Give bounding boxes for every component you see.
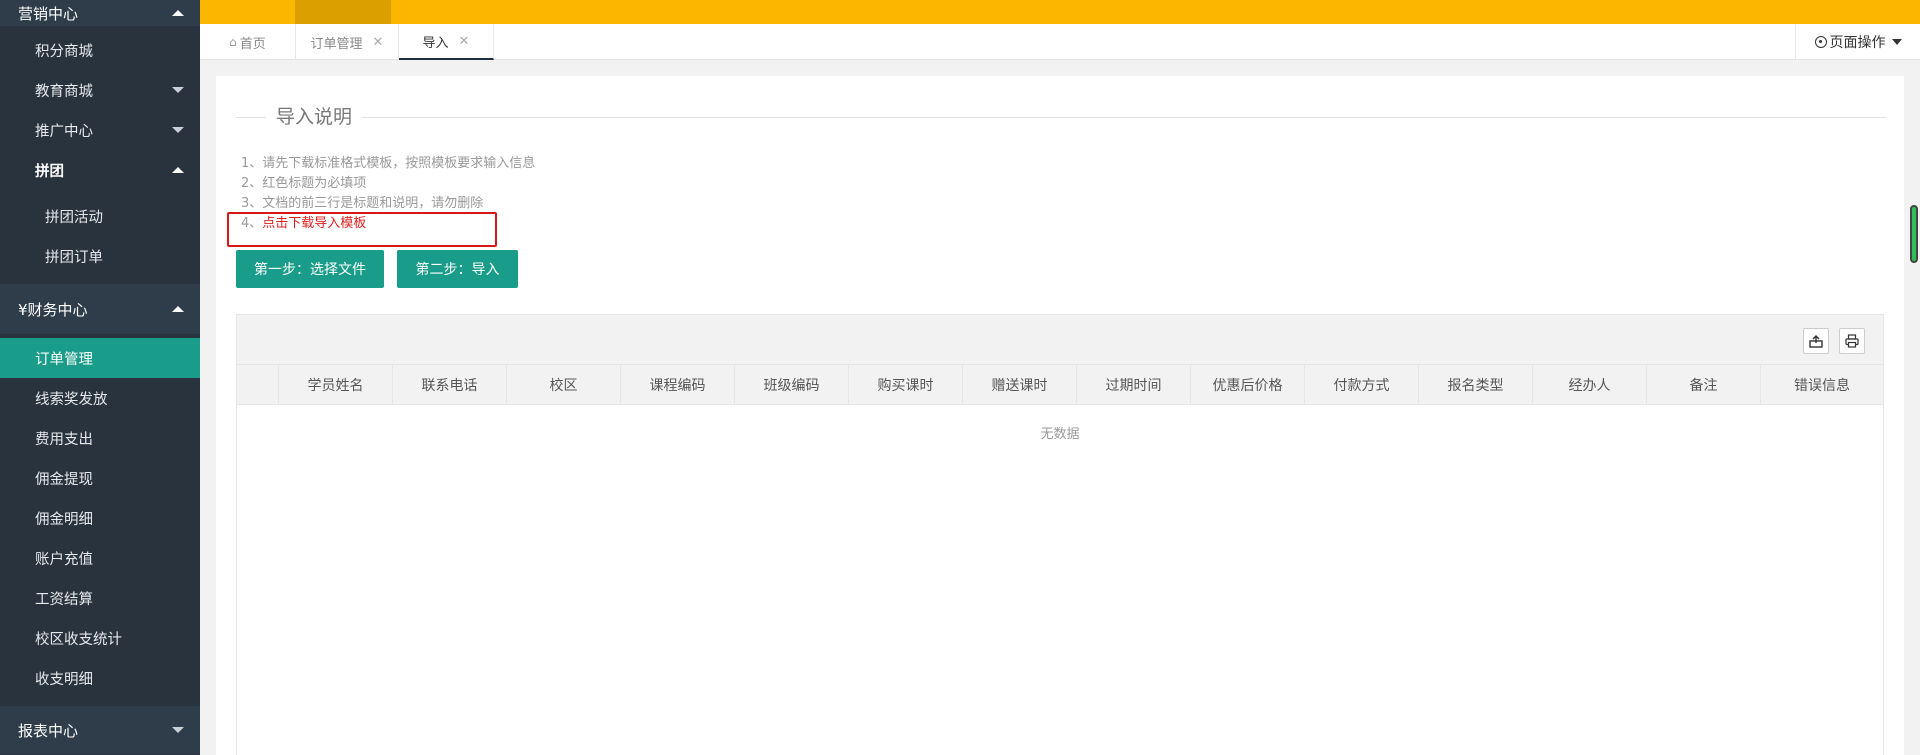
table-header-cell[interactable]: 校区	[507, 365, 621, 405]
sidebar-item-order-management[interactable]: 订单管理	[0, 338, 200, 378]
target-icon	[1814, 36, 1827, 48]
tab-order-management[interactable]: 订单管理 ✕	[296, 24, 399, 60]
sidebar-item-income-detail[interactable]: 收支明细	[0, 658, 200, 698]
table-header-cell[interactable]: 购买课时	[849, 365, 963, 405]
sidebar-item-label: 账户充值	[35, 551, 93, 568]
sidebar-item-label: 拼团	[35, 163, 64, 180]
sidebar-item-group-orders[interactable]: 拼团订单	[0, 236, 200, 276]
export-icon	[1809, 335, 1823, 348]
sidebar-item-campus-stats[interactable]: 校区收支统计	[0, 618, 200, 658]
sidebar-item-expenses[interactable]: 费用支出	[0, 418, 200, 458]
select-file-button[interactable]: 第一步：选择文件	[236, 250, 384, 288]
table-empty-message: 无数据	[1040, 427, 1080, 442]
table-header-cell[interactable]: 课程编码	[621, 365, 735, 405]
caret-up-icon	[172, 167, 184, 173]
sidebar-group-marketing[interactable]: 营销中心	[0, 0, 200, 26]
sidebar-item-label: 工资结算	[35, 591, 93, 608]
caret-up-icon	[172, 10, 184, 16]
sidebar-item-label: 拼团活动	[45, 209, 103, 226]
scrollbar-thumb[interactable]	[1910, 205, 1918, 263]
table-header-cell[interactable]: 付款方式	[1305, 365, 1419, 405]
sidebar-item-commission-withdraw[interactable]: 佣金提现	[0, 458, 200, 498]
sidebar: 营销中心 积分商城 教育商城 推广中心 拼团 拼团活动 拼团订单 ¥财务中心 订…	[0, 0, 200, 755]
table-header-cell[interactable]: 经办人	[1533, 365, 1647, 405]
table-header-cell[interactable]: 学员姓名	[279, 365, 393, 405]
highlight-annotation-box	[227, 212, 497, 247]
import-button[interactable]: 第二步：导入	[397, 250, 518, 288]
sidebar-item-edu-mall[interactable]: 教育商城	[0, 70, 200, 110]
tab-home[interactable]: ⌂ 首页	[200, 24, 296, 60]
table-header-cell[interactable]: 联系电话	[393, 365, 507, 405]
caret-down-icon	[172, 127, 184, 133]
table-toolbar	[237, 315, 1883, 365]
sidebar-item-label: 校区收支统计	[35, 631, 122, 648]
main-panel: 导入说明 1、请先下载标准格式模板，按照模板要求输入信息 2、红色标题为必填项 …	[216, 76, 1904, 755]
sidebar-item-commission-detail[interactable]: 佣金明细	[0, 498, 200, 538]
top-navbar	[200, 0, 1920, 24]
tab-label: 导入	[422, 35, 449, 51]
home-icon: ⌂	[229, 35, 237, 49]
sidebar-group-label: ¥财务中心	[18, 300, 88, 319]
page-operations-label: 页面操作	[1829, 35, 1886, 51]
sidebar-divider	[0, 698, 200, 706]
sidebar-item-label: 收支明细	[35, 671, 93, 688]
import-table: 学员姓名 联系电话 校区 课程编码 班级编码 购买课时 赠送课时 过期时间 优惠…	[236, 314, 1884, 755]
legend-line	[266, 117, 1886, 118]
print-icon	[1845, 334, 1859, 348]
table-header-cell[interactable]: 优惠后价格	[1191, 365, 1305, 405]
table-header-cell[interactable]: 过期时间	[1077, 365, 1191, 405]
sidebar-group-label: 营销中心	[18, 4, 79, 23]
caret-down-icon	[172, 727, 184, 733]
legend-line	[236, 117, 266, 118]
sidebar-item-label: 推广中心	[35, 123, 93, 140]
top-nav-active-item[interactable]	[295, 0, 391, 24]
tab-label: 首页	[239, 36, 266, 52]
sidebar-item-label: 费用支出	[35, 431, 93, 448]
sidebar-group-reports[interactable]: 报表中心	[0, 706, 200, 754]
caret-up-icon	[172, 306, 184, 312]
close-icon[interactable]: ✕	[459, 34, 470, 49]
section-title: 导入说明	[266, 106, 363, 128]
sidebar-group-finance[interactable]: ¥财务中心	[0, 284, 200, 334]
sidebar-item-account-recharge[interactable]: 账户充值	[0, 538, 200, 578]
sidebar-item-label: 订单管理	[35, 351, 93, 368]
table-header-cell[interactable]: 错误信息	[1761, 365, 1883, 405]
sidebar-item-promotion[interactable]: 推广中心	[0, 110, 200, 150]
section-header: 导入说明	[236, 106, 1886, 128]
table-header-cell[interactable]: 备注	[1647, 365, 1761, 405]
sidebar-item-group-buy[interactable]: 拼团	[0, 150, 200, 190]
sidebar-item-lead-reward[interactable]: 线索奖发放	[0, 378, 200, 418]
tab-label: 订单管理	[310, 36, 363, 52]
instruction-line: 1、请先下载标准格式模板，按照模板要求输入信息	[241, 156, 536, 171]
sidebar-group-label: 报表中心	[18, 721, 79, 740]
sidebar-item-label: 积分商城	[35, 43, 93, 60]
caret-down-icon	[172, 87, 184, 93]
sidebar-item-label: 教育商城	[35, 83, 93, 100]
sidebar-divider	[0, 276, 200, 284]
sidebar-item-label: 拼团订单	[45, 249, 103, 266]
table-header-checkbox-cell	[237, 365, 279, 405]
table-header-cell[interactable]: 班级编码	[735, 365, 849, 405]
sidebar-item-label: 佣金提现	[35, 471, 93, 488]
tab-import[interactable]: 导入 ✕	[399, 24, 494, 60]
sidebar-item-group-activity[interactable]: 拼团活动	[0, 196, 200, 236]
table-header: 学员姓名 联系电话 校区 课程编码 班级编码 购买课时 赠送课时 过期时间 优惠…	[237, 365, 1883, 405]
instruction-line: 3、文档的前三行是标题和说明，请勿删除	[241, 196, 484, 211]
export-button[interactable]	[1803, 328, 1829, 354]
instruction-line: 2、红色标题为必填项	[241, 176, 367, 191]
caret-down-icon	[1891, 39, 1902, 45]
sidebar-item-label: 线索奖发放	[35, 391, 108, 408]
print-button[interactable]	[1839, 328, 1865, 354]
sidebar-item-points-mall[interactable]: 积分商城	[0, 30, 200, 70]
table-header-cell[interactable]: 报名类型	[1419, 365, 1533, 405]
sidebar-item-label: 佣金明细	[35, 511, 93, 528]
page-operations-button[interactable]: 页面操作	[1795, 24, 1920, 60]
close-icon[interactable]: ✕	[373, 35, 384, 50]
sidebar-item-salary[interactable]: 工资结算	[0, 578, 200, 618]
tab-strip: ⌂ 首页 订单管理 ✕ 导入 ✕ 页面操作	[200, 24, 1920, 60]
table-header-cell[interactable]: 赠送课时	[963, 365, 1077, 405]
